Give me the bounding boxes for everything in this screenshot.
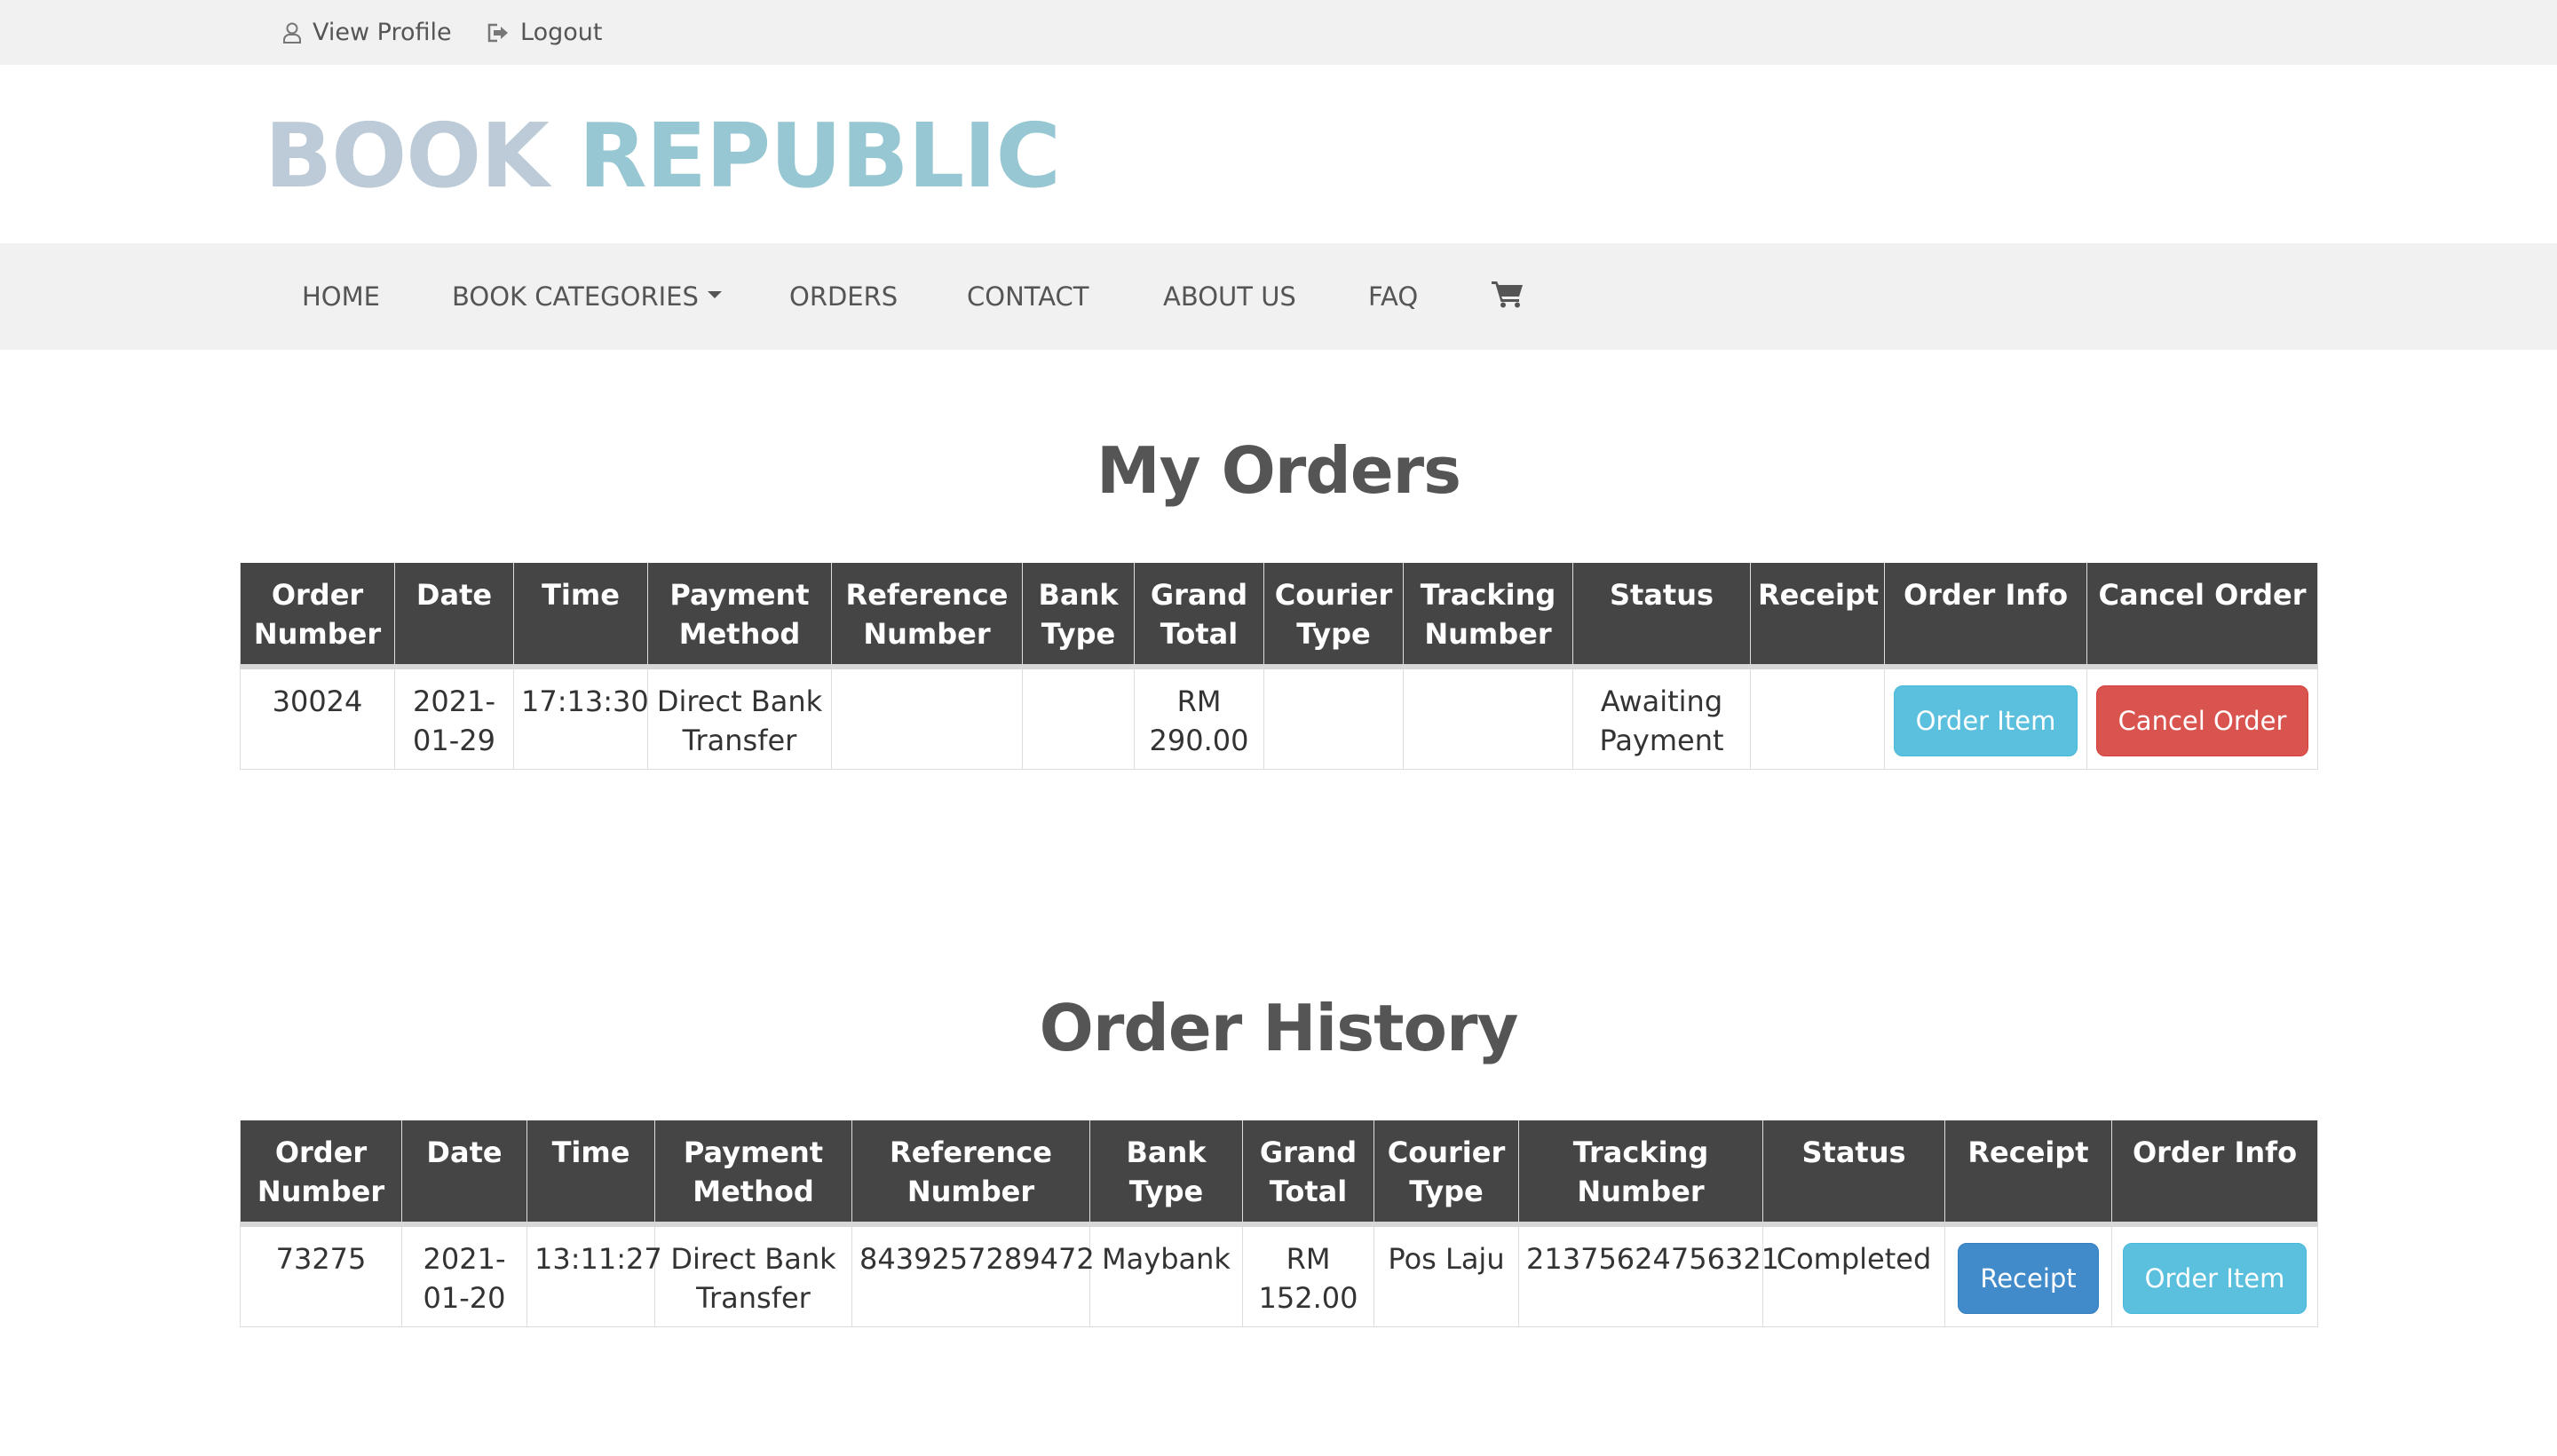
col-status: Status bbox=[1572, 563, 1751, 669]
cell-reference-number: 8439257289472 bbox=[851, 1223, 1095, 1327]
cell-courier-type bbox=[1263, 666, 1404, 770]
nav-faq-label: FAQ bbox=[1368, 281, 1419, 312]
cell-courier-type: Pos Laju bbox=[1373, 1223, 1519, 1327]
table-row: 73275 2021-01-20 13:11:27 Direct Bank Tr… bbox=[240, 1223, 2318, 1327]
cell-reference-number bbox=[831, 666, 1023, 770]
nav-about-us-label: ABOUT US bbox=[1163, 281, 1296, 312]
col-reference-number: Reference Number bbox=[851, 1120, 1090, 1227]
table-header-row: Order Number Date Time Payment Method Re… bbox=[240, 1120, 2318, 1227]
logout-label: Logout bbox=[520, 19, 603, 46]
cell-status: Completed bbox=[1762, 1223, 1945, 1327]
cell-date: 2021-01-20 bbox=[401, 1223, 527, 1327]
col-time: Time bbox=[526, 1120, 655, 1227]
cell-tracking-number bbox=[1403, 666, 1573, 770]
col-date: Date bbox=[394, 563, 514, 669]
cell-receipt bbox=[1750, 666, 1885, 770]
col-reference-number: Reference Number bbox=[831, 563, 1023, 669]
col-grand-total: Grand Total bbox=[1242, 1120, 1374, 1227]
col-receipt: Receipt bbox=[1750, 563, 1885, 669]
col-order-info: Order Info bbox=[2111, 1120, 2318, 1227]
cancel-order-button[interactable]: Cancel Order bbox=[2095, 685, 2309, 756]
col-tracking-number: Tracking Number bbox=[1403, 563, 1573, 669]
cell-order-info: Order Item bbox=[2111, 1223, 2318, 1327]
nav-contact[interactable]: CONTACT bbox=[967, 243, 1089, 350]
caret-down-icon bbox=[707, 291, 722, 298]
nav-home-label: HOME bbox=[302, 281, 380, 312]
nav-orders[interactable]: ORDERS bbox=[789, 243, 898, 350]
nav-book-categories-label: BOOK CATEGORIES bbox=[452, 281, 699, 312]
col-payment-method: Payment Method bbox=[654, 1120, 852, 1227]
col-grand-total: Grand Total bbox=[1134, 563, 1264, 669]
cart-icon bbox=[1492, 280, 1524, 314]
cell-tracking-number: 21375624756321 bbox=[1518, 1223, 1779, 1327]
cell-order-number: 30024 bbox=[240, 666, 395, 770]
cell-order-info: Order Item bbox=[1884, 666, 2087, 770]
col-time: Time bbox=[513, 563, 648, 669]
logout-link[interactable]: Logout bbox=[487, 0, 602, 65]
col-receipt: Receipt bbox=[1944, 1120, 2112, 1227]
cell-time: 17:13:30 bbox=[513, 666, 649, 770]
nav-home[interactable]: HOME bbox=[302, 243, 380, 350]
order-item-button[interactable]: Order Item bbox=[1893, 685, 2078, 756]
cell-date: 2021-01-29 bbox=[394, 666, 514, 770]
col-payment-method: Payment Method bbox=[647, 563, 832, 669]
site-logo[interactable]: BOOK REPUBLIC bbox=[265, 103, 1061, 210]
cell-status: Awaiting Payment bbox=[1572, 666, 1751, 770]
cell-grand-total: RM 290.00 bbox=[1134, 666, 1264, 770]
main-nav: HOME BOOK CATEGORIES ORDERS CONTACT ABOU… bbox=[0, 243, 2557, 350]
top-bar: View Profile Logout bbox=[0, 0, 2557, 65]
col-bank-type: Bank Type bbox=[1089, 1120, 1243, 1227]
my-orders-title: My Orders bbox=[1096, 433, 1461, 508]
col-tracking-number: Tracking Number bbox=[1518, 1120, 1763, 1227]
receipt-button[interactable]: Receipt bbox=[1958, 1243, 2099, 1314]
view-profile-link[interactable]: View Profile bbox=[282, 0, 452, 65]
nav-orders-label: ORDERS bbox=[789, 281, 899, 312]
cell-cancel-order: Cancel Order bbox=[2086, 666, 2318, 770]
order-history-title: Order History bbox=[1039, 991, 1519, 1065]
col-date: Date bbox=[401, 1120, 527, 1227]
order-item-button[interactable]: Order Item bbox=[2122, 1243, 2308, 1314]
nav-contact-label: CONTACT bbox=[967, 281, 1089, 312]
nav-about-us[interactable]: ABOUT US bbox=[1163, 243, 1296, 350]
col-cancel-order: Cancel Order bbox=[2086, 563, 2318, 669]
col-courier-type: Courier Type bbox=[1263, 563, 1404, 669]
cell-bank-type bbox=[1022, 666, 1135, 770]
cell-order-number: 73275 bbox=[240, 1223, 402, 1327]
my-orders-table: Order Number Date Time Payment Method Re… bbox=[240, 563, 2318, 770]
cell-grand-total: RM 152.00 bbox=[1242, 1223, 1374, 1327]
user-icon bbox=[282, 21, 302, 44]
view-profile-label: View Profile bbox=[313, 19, 452, 46]
logo-word-republic: REPUBLIC bbox=[578, 104, 1061, 208]
cell-payment-method: Direct Bank Transfer bbox=[654, 1223, 852, 1327]
cell-payment-method: Direct Bank Transfer bbox=[647, 666, 832, 770]
cell-time: 13:11:27 bbox=[526, 1223, 662, 1327]
order-history-table: Order Number Date Time Payment Method Re… bbox=[240, 1120, 2318, 1327]
col-status: Status bbox=[1762, 1120, 1945, 1227]
sign-out-icon bbox=[487, 23, 510, 43]
table-header-row: Order Number Date Time Payment Method Re… bbox=[240, 563, 2318, 669]
cell-bank-type: Maybank bbox=[1089, 1223, 1243, 1327]
logo-word-book: BOOK bbox=[265, 104, 550, 208]
nav-book-categories[interactable]: BOOK CATEGORIES bbox=[452, 243, 722, 350]
col-courier-type: Courier Type bbox=[1373, 1120, 1519, 1227]
table-row: 30024 2021-01-29 17:13:30 Direct Bank Tr… bbox=[240, 666, 2318, 770]
nav-faq[interactable]: FAQ bbox=[1368, 243, 1418, 350]
col-order-number: Order Number bbox=[240, 563, 395, 669]
col-order-info: Order Info bbox=[1884, 563, 2087, 669]
col-bank-type: Bank Type bbox=[1022, 563, 1135, 669]
cell-receipt: Receipt bbox=[1944, 1223, 2112, 1327]
col-order-number: Order Number bbox=[240, 1120, 402, 1227]
nav-cart[interactable] bbox=[1492, 243, 1524, 350]
